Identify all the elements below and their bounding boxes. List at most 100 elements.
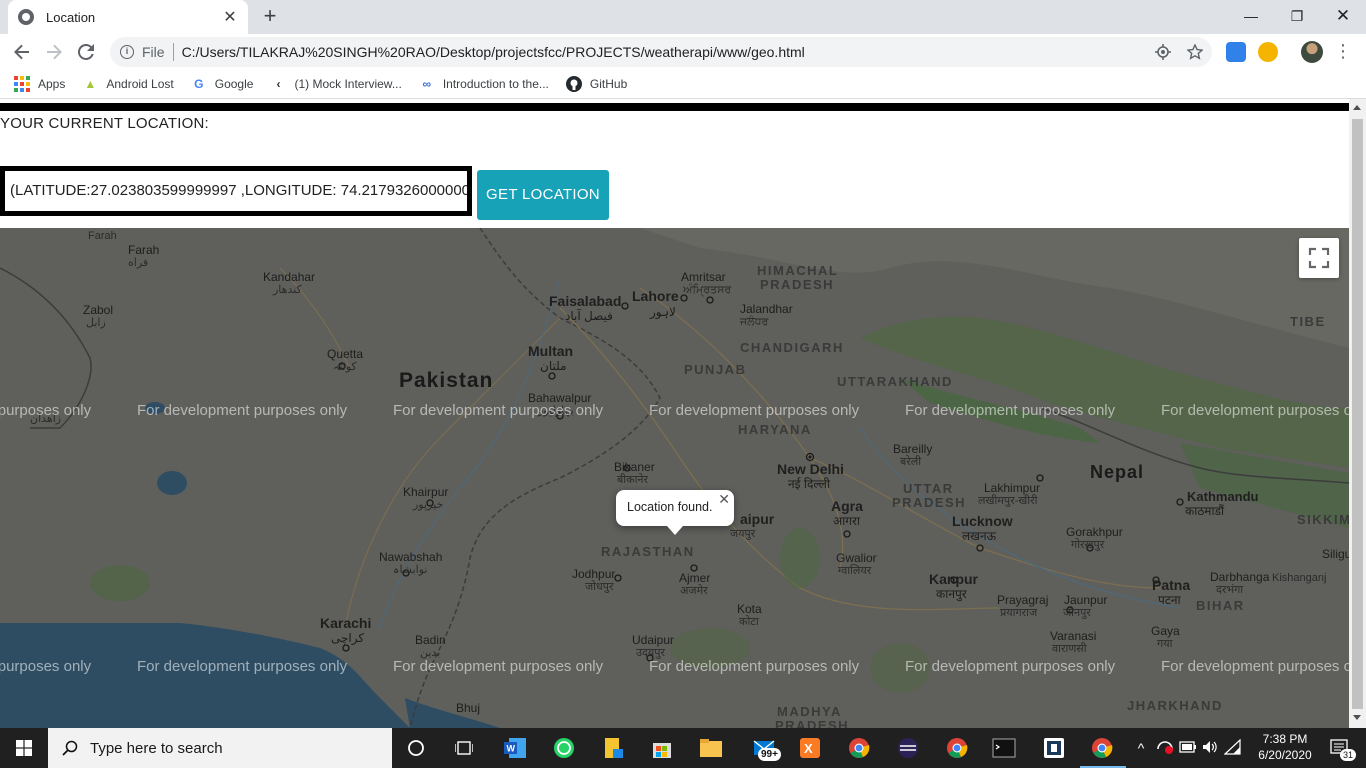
- terminal-icon[interactable]: [990, 734, 1018, 762]
- map-label: Multan: [528, 343, 574, 359]
- browser-menu-icon[interactable]: ⋮: [1334, 40, 1352, 64]
- map-label: बीकानेर: [617, 474, 649, 486]
- coordinates-field[interactable]: (LATITUDE:27.023803599999997 ,LONGITUDE:…: [0, 166, 472, 216]
- clock-date: 6/20/2020: [1258, 748, 1312, 762]
- map-label: Karachi: [320, 615, 372, 631]
- taskbar-search-box[interactable]: Type here to search: [48, 728, 392, 768]
- map-label: Amritsar: [681, 270, 726, 284]
- extension-gear-icon[interactable]: [1258, 42, 1278, 62]
- defender-icon[interactable]: [1153, 739, 1177, 758]
- windows-taskbar: Type here to search W 99+ X ^ 7:38 PM 6/…: [0, 728, 1366, 768]
- infowindow-text: Location found.: [627, 500, 713, 514]
- map-label: Lucknow: [952, 513, 1013, 529]
- close-tab-icon[interactable]: ✕: [222, 7, 238, 27]
- map-label: Gaya: [1151, 624, 1180, 638]
- map-label: Faisalabad: [549, 293, 622, 309]
- map-label: Darbhanga: [1210, 570, 1270, 584]
- eclipse-icon[interactable]: [894, 734, 922, 762]
- dev-watermark: For development purposes only: [649, 402, 860, 419]
- system-tray: ^: [1133, 728, 1245, 768]
- map-label: Nawabshah: [379, 550, 443, 564]
- chrome-active-icon[interactable]: [1088, 734, 1116, 762]
- file-explorer-icon[interactable]: [697, 734, 725, 762]
- store-icon[interactable]: [648, 734, 676, 762]
- fullscreen-button[interactable]: [1299, 238, 1339, 278]
- search-placeholder: Type here to search: [90, 739, 223, 757]
- notification-center-button[interactable]: 31: [1320, 728, 1360, 768]
- bookmark-label: (1) Mock Interview...: [294, 77, 402, 91]
- dev-watermark: For development purposes only: [0, 402, 92, 419]
- map-label: Bareilly: [893, 442, 933, 456]
- page-scrollbar[interactable]: [1349, 99, 1366, 728]
- map-label: Agra: [831, 498, 863, 514]
- restore-button[interactable]: ❐: [1274, 0, 1320, 32]
- map-label: فیصل آباد: [565, 309, 613, 323]
- bookmark-star-icon[interactable]: [1186, 43, 1204, 60]
- map-label: Farah: [128, 243, 160, 257]
- scroll-down-arrow-icon[interactable]: [1353, 715, 1361, 720]
- get-location-button[interactable]: GET LOCATION: [477, 170, 609, 220]
- bookmark-label: Google: [214, 77, 254, 91]
- location-infowindow: Location found. ✕: [616, 490, 734, 535]
- map-label: ਅੰਮ੍ਰਿਤਸਰ: [683, 284, 732, 296]
- scrollbar-thumb[interactable]: [1352, 119, 1363, 709]
- browser-tab[interactable]: Location ✕: [8, 0, 248, 34]
- close-window-button[interactable]: ✕: [1320, 0, 1366, 32]
- chrome-icon[interactable]: [845, 734, 873, 762]
- profile-avatar[interactable]: [1301, 41, 1323, 63]
- reload-button[interactable]: [74, 40, 98, 64]
- google-map[interactable]: Farah Farah فراه Kandahar کندهار Zabol ز…: [0, 228, 1349, 728]
- taskbar-clock[interactable]: 7:38 PM 6/20/2020: [1254, 731, 1316, 763]
- battery-icon[interactable]: [1177, 740, 1199, 756]
- bookmark-mock-interview[interactable]: ‹ (1) Mock Interview...: [270, 76, 401, 92]
- dev-watermark: For development purposes only: [137, 402, 348, 419]
- map-label: خیرپور: [413, 499, 444, 511]
- map-label: PRADESH: [760, 277, 835, 292]
- map-label: CHANDIGARH: [740, 340, 844, 355]
- extension-cast-icon[interactable]: [1226, 42, 1246, 62]
- file-document-icon[interactable]: [599, 734, 627, 762]
- url-text[interactable]: C:/Users/TILAKRAJ%20SINGH%20RAO/Desktop/…: [182, 44, 805, 60]
- bookmark-android-lost[interactable]: ▲ Android Lost: [82, 76, 173, 92]
- new-tab-button[interactable]: +: [258, 5, 282, 29]
- map-label: فراه: [128, 257, 149, 269]
- back-button[interactable]: [10, 40, 34, 64]
- notification-badge: 31: [1340, 749, 1357, 761]
- task-view-icon[interactable]: [450, 734, 478, 762]
- minimize-button[interactable]: —: [1228, 0, 1274, 32]
- tray-expand-icon[interactable]: ^: [1133, 740, 1149, 756]
- map-label: PRADESH: [892, 495, 967, 510]
- map-label: Kanpur: [929, 571, 978, 587]
- map-label: Lahore: [632, 288, 679, 304]
- volume-icon[interactable]: [1199, 739, 1221, 758]
- whatsapp-icon[interactable]: [550, 734, 578, 762]
- bookmark-google[interactable]: G Google: [191, 76, 254, 92]
- map-label: Lakhimpur: [984, 481, 1041, 495]
- mail-icon[interactable]: 99+: [746, 734, 782, 762]
- dev-watermark: For development purposes only: [137, 658, 348, 675]
- bookmark-apps[interactable]: Apps: [14, 76, 65, 92]
- mock-interview-icon: ‹: [276, 77, 281, 91]
- map-label: गया: [1157, 638, 1173, 650]
- fullscreen-icon: [1308, 247, 1330, 269]
- map-label: ملتان: [540, 359, 567, 373]
- cortana-icon[interactable]: [402, 734, 430, 762]
- xampp-icon[interactable]: X: [796, 734, 824, 762]
- map-label: Bhuj: [456, 701, 481, 715]
- map-label: کراچی: [331, 631, 365, 645]
- forward-button[interactable]: [42, 40, 66, 64]
- address-bar[interactable]: i File C:/Users/TILAKRAJ%20SINGH%20RAO/D…: [110, 37, 1212, 67]
- location-icon[interactable]: [1155, 44, 1171, 60]
- code-editor-icon[interactable]: [1040, 734, 1068, 762]
- bookmark-github[interactable]: GitHub: [565, 76, 627, 92]
- map-label: JHARKHAND: [1127, 698, 1223, 713]
- close-infowindow-icon[interactable]: ✕: [718, 491, 730, 508]
- info-icon[interactable]: i: [120, 45, 134, 59]
- map-label: BIHAR: [1196, 598, 1245, 613]
- chrome-icon[interactable]: [943, 734, 971, 762]
- wifi-icon[interactable]: [1221, 738, 1245, 758]
- bookmark-introduction[interactable]: ∞ Introduction to the...: [419, 76, 549, 92]
- start-button[interactable]: [0, 728, 48, 768]
- word-icon[interactable]: W: [501, 734, 529, 762]
- scroll-up-arrow-icon[interactable]: [1353, 105, 1361, 110]
